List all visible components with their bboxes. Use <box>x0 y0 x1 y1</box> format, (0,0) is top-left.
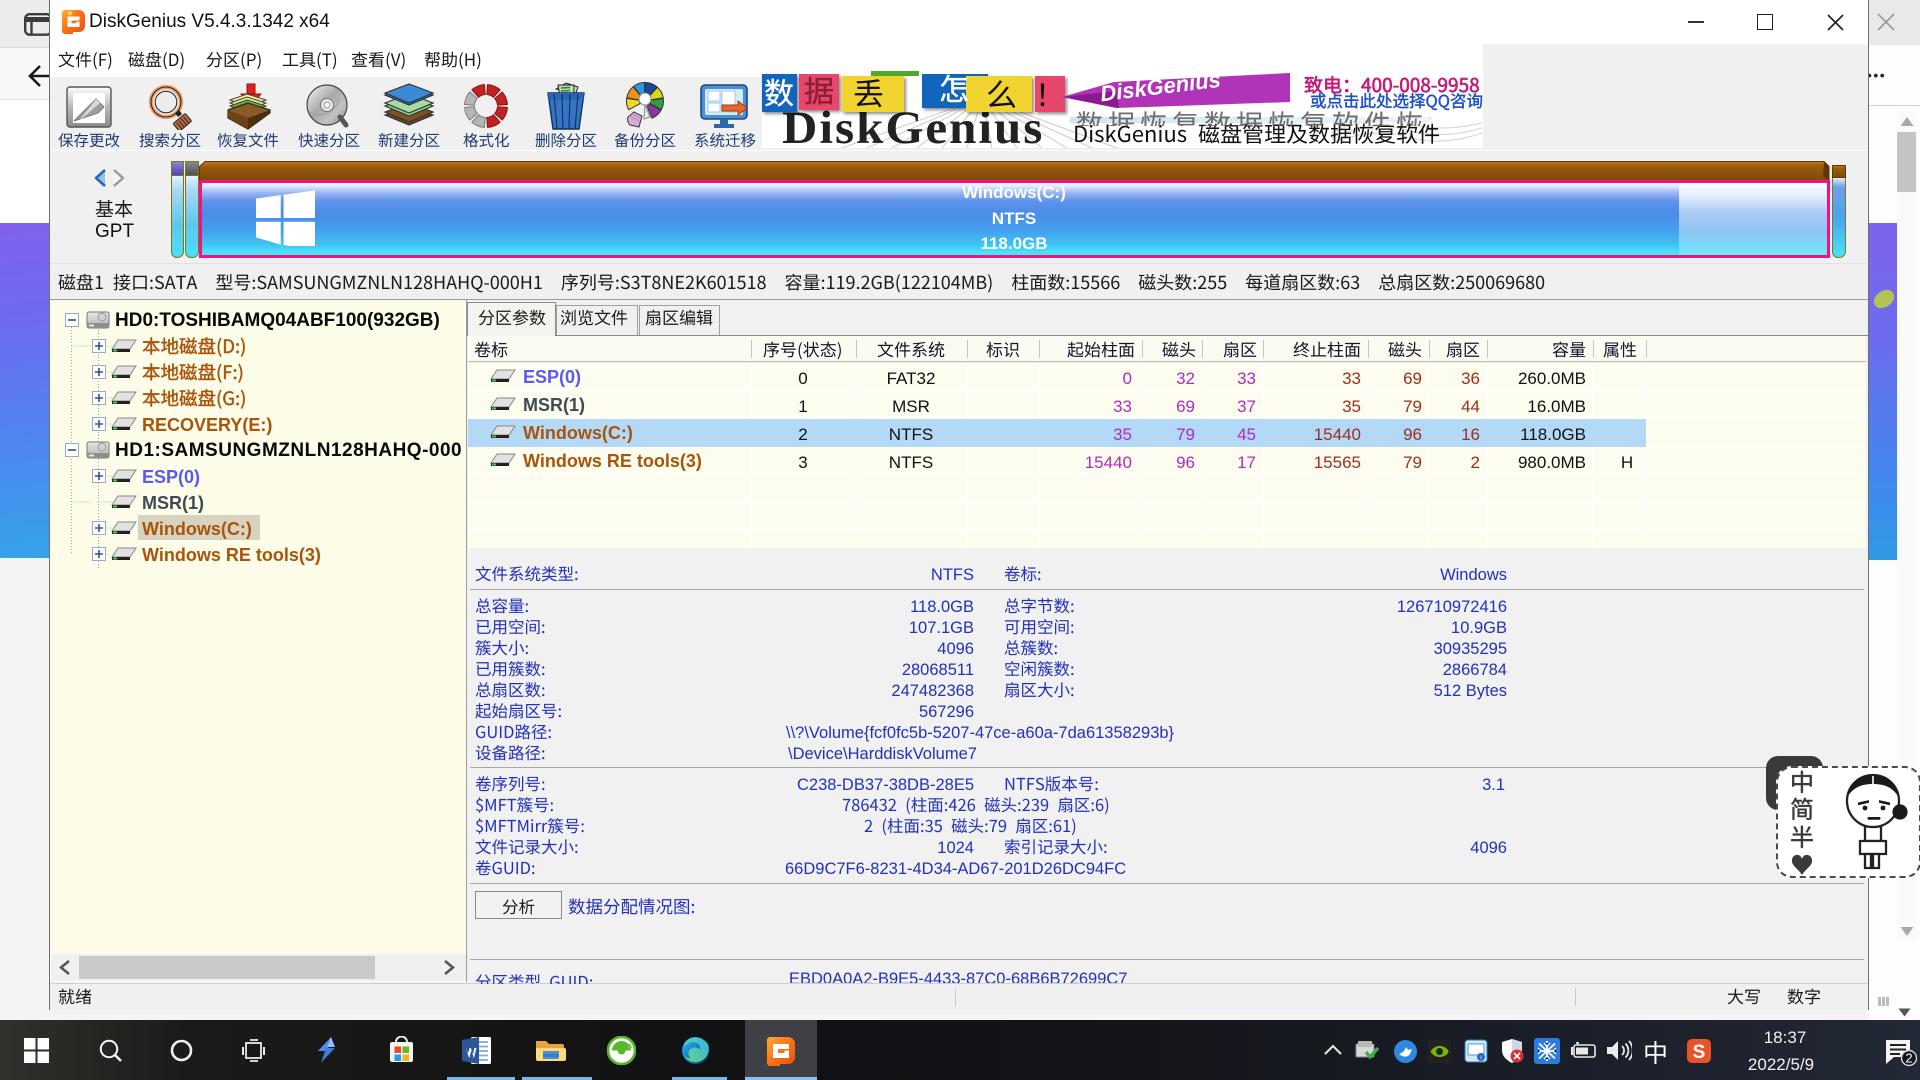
svg-text:2: 2 <box>1905 1051 1912 1066</box>
svg-text:S: S <box>1693 1042 1706 1063</box>
svg-text:i: i <box>1480 1056 1481 1062</box>
